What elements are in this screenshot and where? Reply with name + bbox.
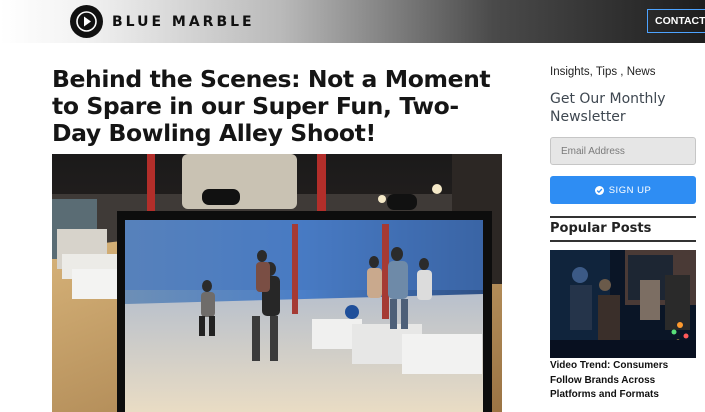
check-circle-icon: [594, 185, 604, 195]
category-links[interactable]: Insights, Tips , News: [550, 66, 655, 78]
email-field[interactable]: [550, 137, 696, 165]
post-thumbnail[interactable]: [550, 250, 696, 358]
section-divider: [550, 240, 696, 242]
play-icon: [70, 5, 103, 38]
signup-label: SIGN UP: [608, 184, 652, 196]
brand-name: BLUE MARBLE: [112, 13, 255, 30]
contact-button[interactable]: CONTACT US: [647, 9, 705, 33]
section-divider: [550, 216, 696, 218]
newsletter-heading: Get Our Monthly Newsletter: [550, 91, 666, 125]
popular-post-title[interactable]: Video Trend: Consumers Follow Brands Acr…: [550, 359, 700, 403]
hero-image: [52, 154, 502, 412]
brand-logo[interactable]: BLUE MARBLE: [70, 5, 255, 38]
article-title: Behind the Scenes: Not a Moment to Spare…: [52, 65, 491, 147]
signup-button[interactable]: SIGN UP: [550, 176, 696, 204]
site-header: BLUE MARBLE CONTACT US: [0, 0, 705, 43]
popular-posts-heading: Popular Posts: [550, 221, 652, 236]
